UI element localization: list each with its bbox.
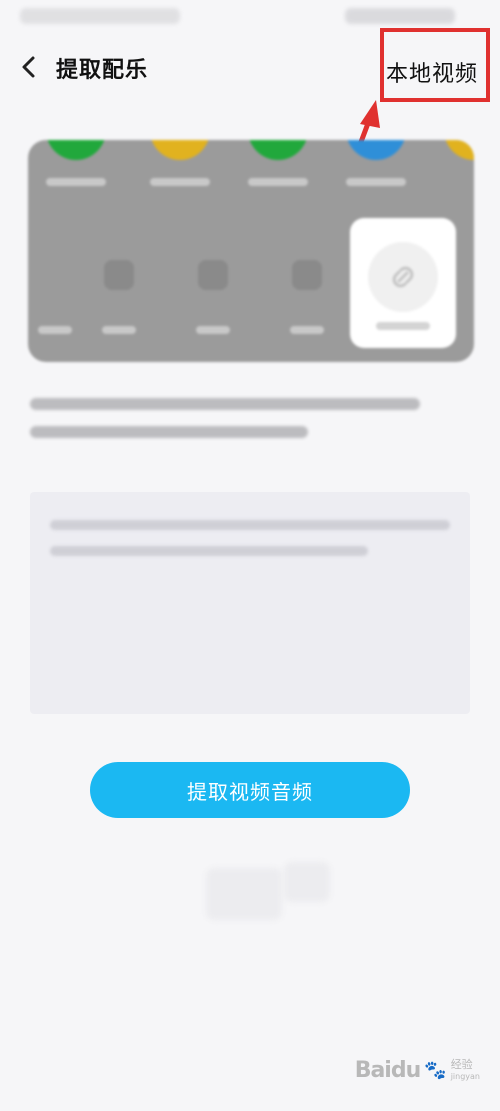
share-option-label (38, 326, 72, 334)
background-artifact (206, 868, 282, 920)
watermark-brand: Baidu (354, 1058, 422, 1083)
app-label (248, 178, 308, 186)
app-icon (248, 140, 308, 160)
instruction-steps (30, 398, 430, 454)
share-option-icon (104, 260, 134, 290)
extract-audio-button[interactable]: 提取视频音频 (90, 762, 410, 818)
share-option-icon (198, 260, 228, 290)
watermark-sub-wrap: 经验 jingyan (450, 1057, 480, 1083)
share-option-label (290, 326, 324, 334)
share-option-label (102, 326, 136, 334)
app-icon (150, 140, 210, 160)
input-placeholder-line (50, 520, 450, 530)
link-icon (392, 266, 414, 288)
copy-link-card (350, 218, 456, 348)
instruction-step-2 (30, 426, 308, 438)
app-label (346, 178, 406, 186)
input-placeholder-line (50, 546, 368, 556)
app-label (150, 178, 210, 186)
tutorial-illustration (28, 140, 474, 362)
share-option-label (196, 326, 230, 334)
background-artifact (284, 862, 330, 902)
share-option-icon (292, 260, 322, 290)
app-icon (46, 140, 106, 160)
copy-link-label (376, 322, 430, 330)
app-icon (346, 140, 406, 160)
baidu-jingyan-watermark: Baidu 🐾 经验 jingyan (355, 1058, 480, 1083)
watermark-sub: 经验 (450, 1057, 473, 1071)
watermark-sub2: jingyan (450, 1071, 480, 1081)
link-input-area[interactable] (30, 492, 470, 714)
app-icon (444, 140, 474, 160)
paw-icon: 🐾 (424, 1060, 447, 1081)
copy-link-circle (368, 242, 438, 312)
app-label (46, 178, 106, 186)
instruction-step-1 (30, 398, 420, 410)
